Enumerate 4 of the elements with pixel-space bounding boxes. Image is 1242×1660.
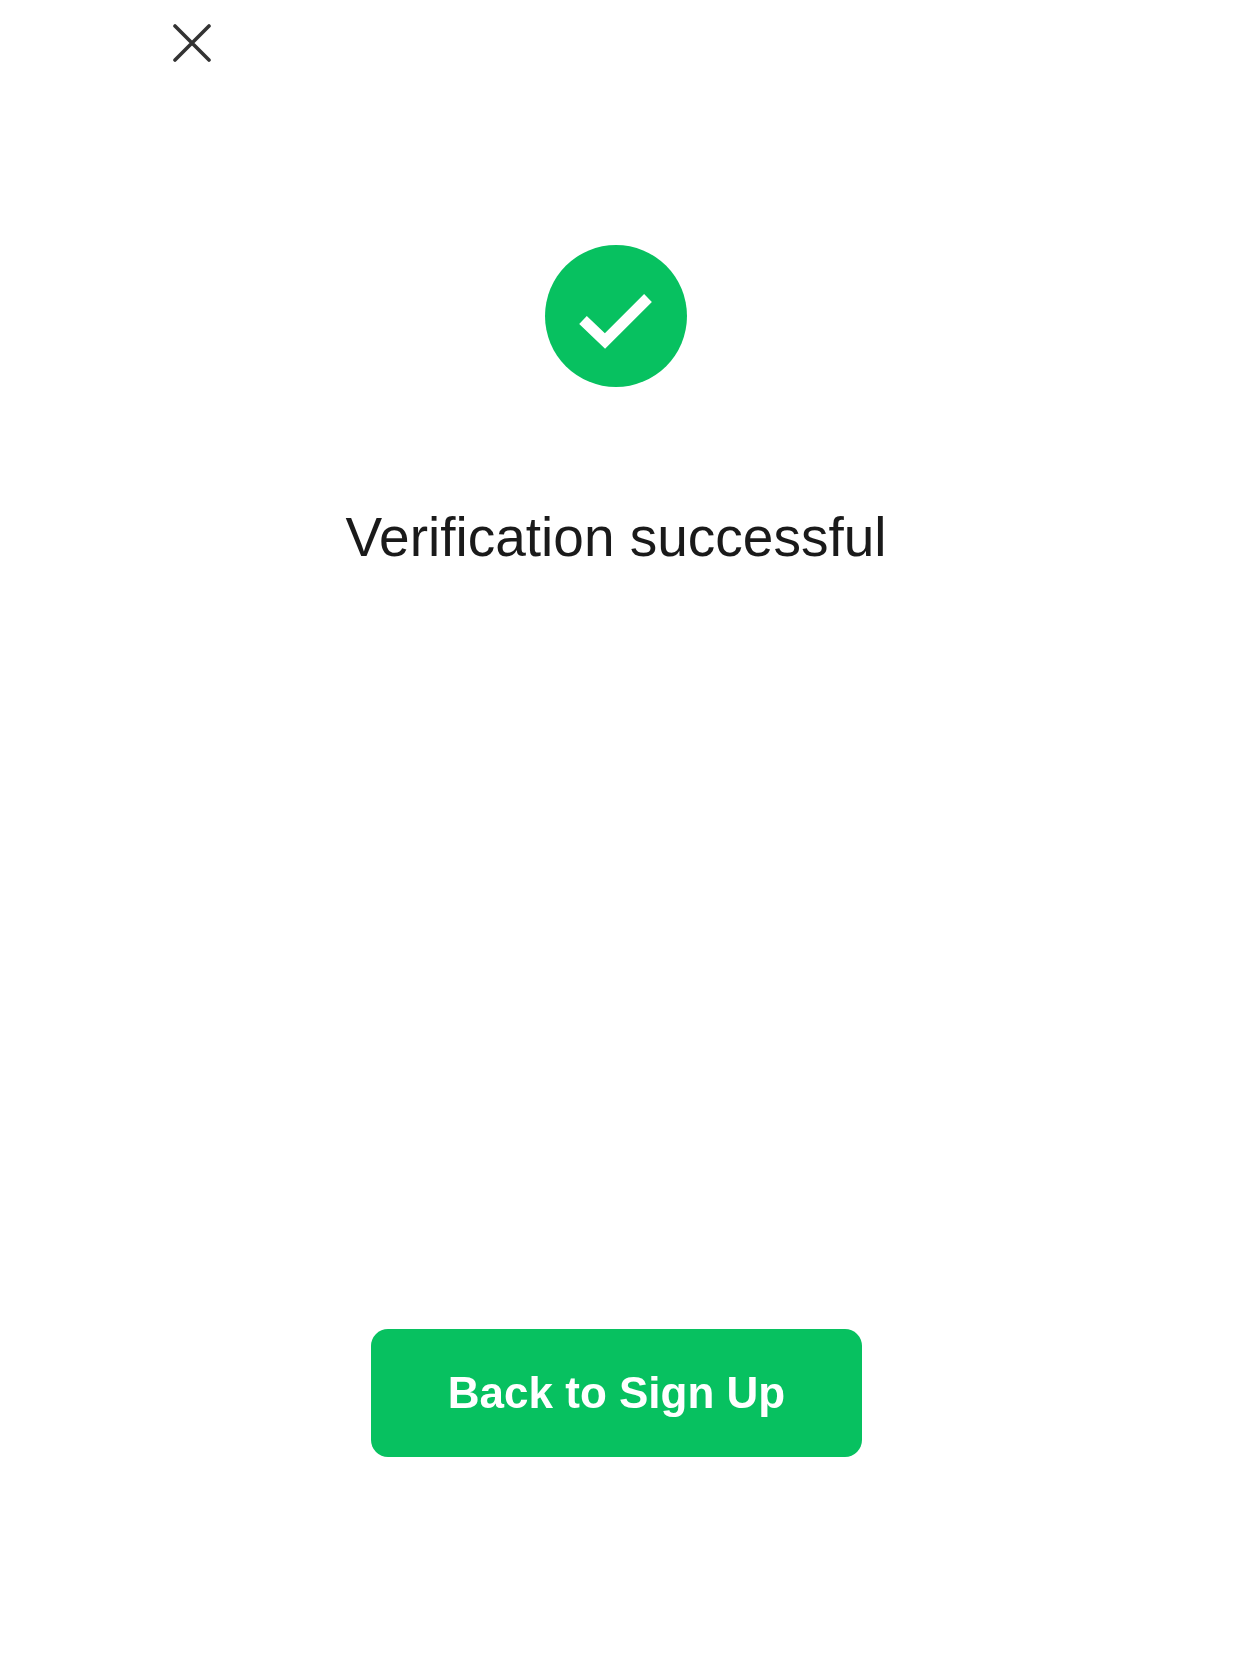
back-to-sign-up-button[interactable]: Back to Sign Up xyxy=(371,1329,862,1457)
close-button[interactable] xyxy=(173,24,211,62)
close-icon xyxy=(173,24,211,62)
result-title: Verification successful xyxy=(345,505,887,569)
